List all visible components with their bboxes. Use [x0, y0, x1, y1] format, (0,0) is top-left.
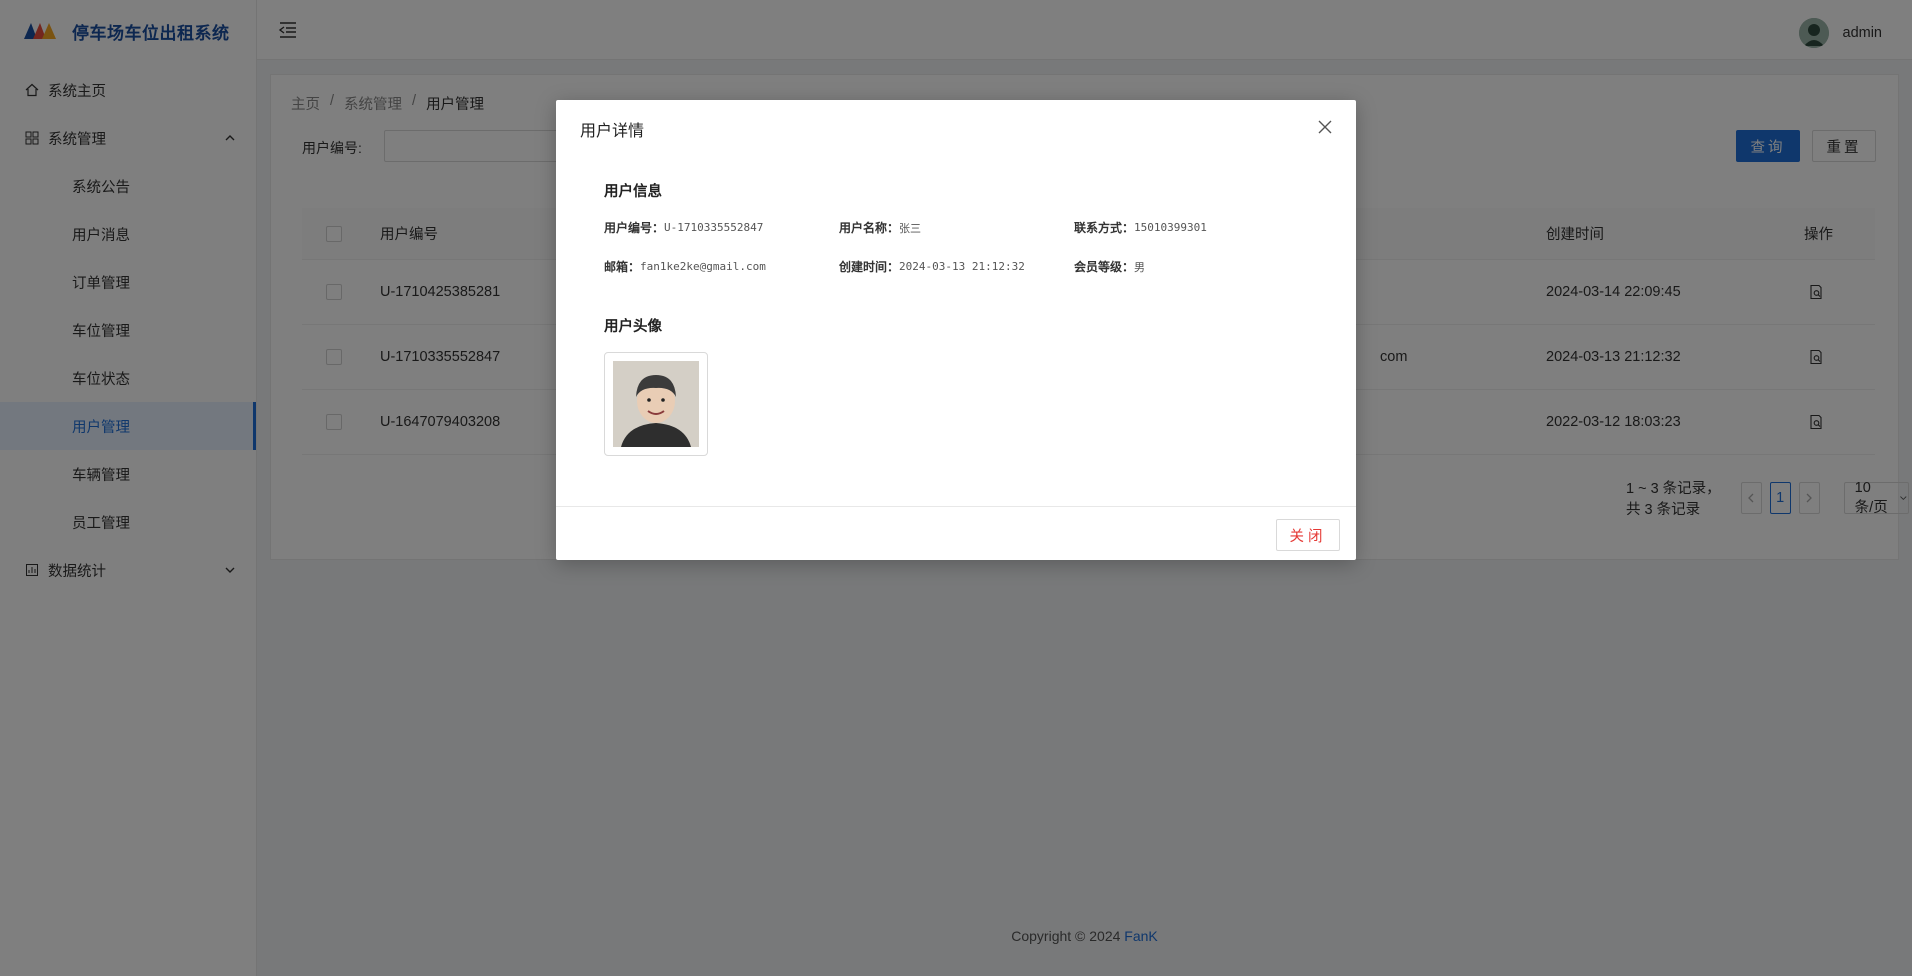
field-level: 男	[1134, 260, 1146, 274]
field-key: 用户编号：	[604, 221, 665, 235]
info-row-2: 邮箱： fan1ke2ke@gmail.com 创建时间： 2024-03-13 2…	[604, 258, 1309, 275]
field-key: 创建时间：	[839, 260, 900, 274]
field-created: 2024-03-13 21:12:32	[899, 260, 1025, 273]
field-email: fan1ke2ke@gmail.com	[640, 260, 766, 273]
close-button[interactable]: 关闭	[1276, 519, 1340, 551]
modal-footer: 关闭	[556, 506, 1356, 560]
field-key: 会员等级：	[1074, 260, 1135, 274]
avatar-portrait	[613, 361, 699, 447]
field-user-name: 张三	[899, 221, 922, 235]
avatar-section-title: 用户头像	[604, 319, 662, 335]
modal-title: 用户详情	[580, 123, 645, 140]
user-avatar-image[interactable]	[604, 352, 708, 456]
field-key: 联系方式：	[1074, 221, 1135, 235]
field-key: 邮箱：	[604, 260, 641, 274]
field-key: 用户名称：	[839, 221, 900, 235]
field-user-id: U-1710335552847	[664, 221, 764, 234]
user-detail-modal: 用户详情 用户信息 用户编号： U-1710335552847 用户名称： 张三 联…	[556, 100, 1356, 560]
user-info-title: 用户信息	[604, 184, 662, 200]
close-icon[interactable]	[1318, 120, 1332, 134]
info-row-1: 用户编号： U-1710335552847 用户名称： 张三 联系方式： 150103…	[604, 219, 1309, 236]
field-phone: 15010399301	[1134, 221, 1207, 234]
